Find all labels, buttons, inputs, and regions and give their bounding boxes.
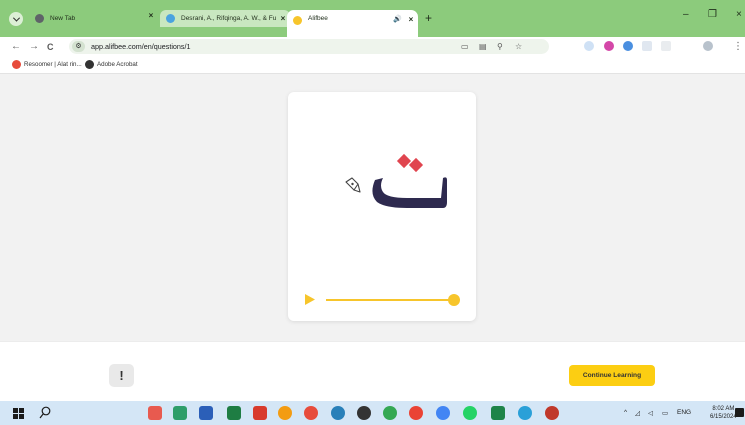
acrobat-taskbar-icon[interactable] [253, 406, 267, 420]
windows-start-icon[interactable] [13, 408, 24, 419]
extension-doc-icon[interactable] [642, 41, 652, 51]
chrome-taskbar-icon-2[interactable] [409, 406, 423, 420]
chrome-icon [35, 14, 44, 23]
app-icon-14[interactable] [491, 406, 505, 420]
cast-icon[interactable]: ▭ [461, 42, 469, 51]
clock-time: 8:02 AM [712, 406, 735, 412]
maximize-button[interactable]: ❐ [708, 9, 717, 20]
tab-search-button[interactable] [9, 12, 23, 26]
speaker-icon[interactable]: 🔊 [393, 15, 402, 23]
site-info-icon[interactable]: ⚙ [72, 41, 85, 52]
back-button[interactable]: ← [11, 40, 21, 54]
audio-progress-thumb[interactable] [448, 294, 460, 306]
audio-progress-track[interactable] [326, 299, 454, 301]
question-footer: ! Continue Learning [0, 341, 745, 401]
reload-button[interactable]: C [47, 40, 54, 54]
search-icon[interactable] [39, 406, 51, 420]
window-close-button[interactable]: × [736, 9, 742, 20]
arabic-letter-ta [372, 153, 447, 208]
zoom-icon[interactable]: ⚲ [497, 42, 503, 51]
tray-language[interactable]: ENG [677, 409, 691, 416]
tab-title: Alifbee [308, 15, 328, 22]
translate-icon[interactable]: ▤ [479, 42, 487, 51]
firefox-icon[interactable] [278, 406, 292, 420]
pen-icon[interactable] [343, 175, 363, 195]
chrome-taskbar-icon-3[interactable] [436, 406, 450, 420]
report-button[interactable]: ! [109, 364, 134, 387]
bookmark-star-icon[interactable]: ☆ [515, 42, 522, 51]
tray-volume-icon[interactable]: ◁ [648, 409, 653, 417]
tray-battery-icon[interactable]: ▭ [662, 409, 668, 417]
toolbar: ← → C ⚙ app.alifbee.com/en/questions/1 ▭… [0, 37, 745, 57]
letter-display: ت [313, 142, 453, 212]
bookmark-label: Adobe Acrobat [97, 61, 138, 68]
play-icon[interactable] [304, 293, 316, 306]
profile-avatar-icon[interactable] [703, 41, 713, 51]
alifbee-favicon-icon [293, 16, 302, 25]
menu-dots-icon[interactable]: ⋮ [733, 40, 743, 54]
forward-button[interactable]: → [29, 40, 39, 54]
extension-color-icon[interactable] [604, 41, 614, 51]
continue-learning-button[interactable]: Continue Learning [569, 365, 655, 386]
close-tab-new-tab-icon[interactable]: × [144, 11, 158, 20]
windows-taskbar: ^ ◿ ◁ ▭ ENG 8:02 AM 6/15/2024 [0, 401, 745, 425]
bookmarks-bar: Resoomer | Alat rin... Adobe Acrobat [0, 57, 745, 74]
acrobat-icon [85, 60, 94, 69]
extensions-puzzle-icon[interactable] [661, 41, 671, 51]
tray-network-icon[interactable]: ◿ [635, 409, 640, 417]
new-tab-button[interactable]: + [425, 12, 432, 24]
word-icon[interactable] [199, 406, 213, 420]
extension-translate-icon[interactable] [584, 41, 594, 51]
tab-favicon-icon [166, 14, 175, 23]
bookmark-resoomer[interactable]: Resoomer | Alat rin... [12, 60, 82, 69]
edge-icon[interactable] [331, 406, 345, 420]
screen: New Tab × Desrani, A., Rifqinga, A. W., … [0, 0, 745, 425]
tab-desrani[interactable]: × Desrani, A., Rifqinga, A. W., & Fu × [149, 10, 290, 27]
whatsapp-icon[interactable] [463, 406, 477, 420]
url-text[interactable]: app.alifbee.com/en/questions/1 [91, 42, 191, 51]
app-icon-2[interactable] [173, 406, 187, 420]
minimize-button[interactable]: – [683, 9, 689, 20]
question-card: ت [288, 92, 476, 321]
resoomer-icon [12, 60, 21, 69]
obs-icon[interactable] [357, 406, 371, 420]
taskbar-clock[interactable]: 8:02 AM 6/15/2024 [710, 405, 737, 421]
bookmark-label: Resoomer | Alat rin... [24, 61, 82, 68]
audio-player [304, 290, 464, 310]
notification-icon[interactable] [735, 408, 744, 417]
clock-date: 6/15/2024 [710, 414, 737, 420]
tray-chevron-icon[interactable]: ^ [624, 409, 627, 416]
address-bar[interactable]: ⚙ app.alifbee.com/en/questions/1 ▭ ▤ ⚲ ☆ [69, 39, 549, 54]
extension-blue-icon[interactable] [623, 41, 633, 51]
excel-icon[interactable] [227, 406, 241, 420]
bookmark-adobe-acrobat[interactable]: Adobe Acrobat [85, 60, 138, 69]
app-icon-1[interactable] [148, 406, 162, 420]
close-tab-icon[interactable]: × [404, 15, 418, 24]
app-icon-7[interactable] [304, 406, 318, 420]
app-icon-16[interactable] [545, 406, 559, 420]
telegram-icon[interactable] [518, 406, 532, 420]
tab-title: Desrani, A., Rifqinga, A. W., & Fu [181, 15, 276, 22]
browser-tabstrip: New Tab × Desrani, A., Rifqinga, A. W., … [0, 0, 745, 37]
tab-alifbee[interactable]: Alifbee 🔊 × [287, 10, 418, 37]
chrome-taskbar-icon-1[interactable] [383, 406, 397, 420]
